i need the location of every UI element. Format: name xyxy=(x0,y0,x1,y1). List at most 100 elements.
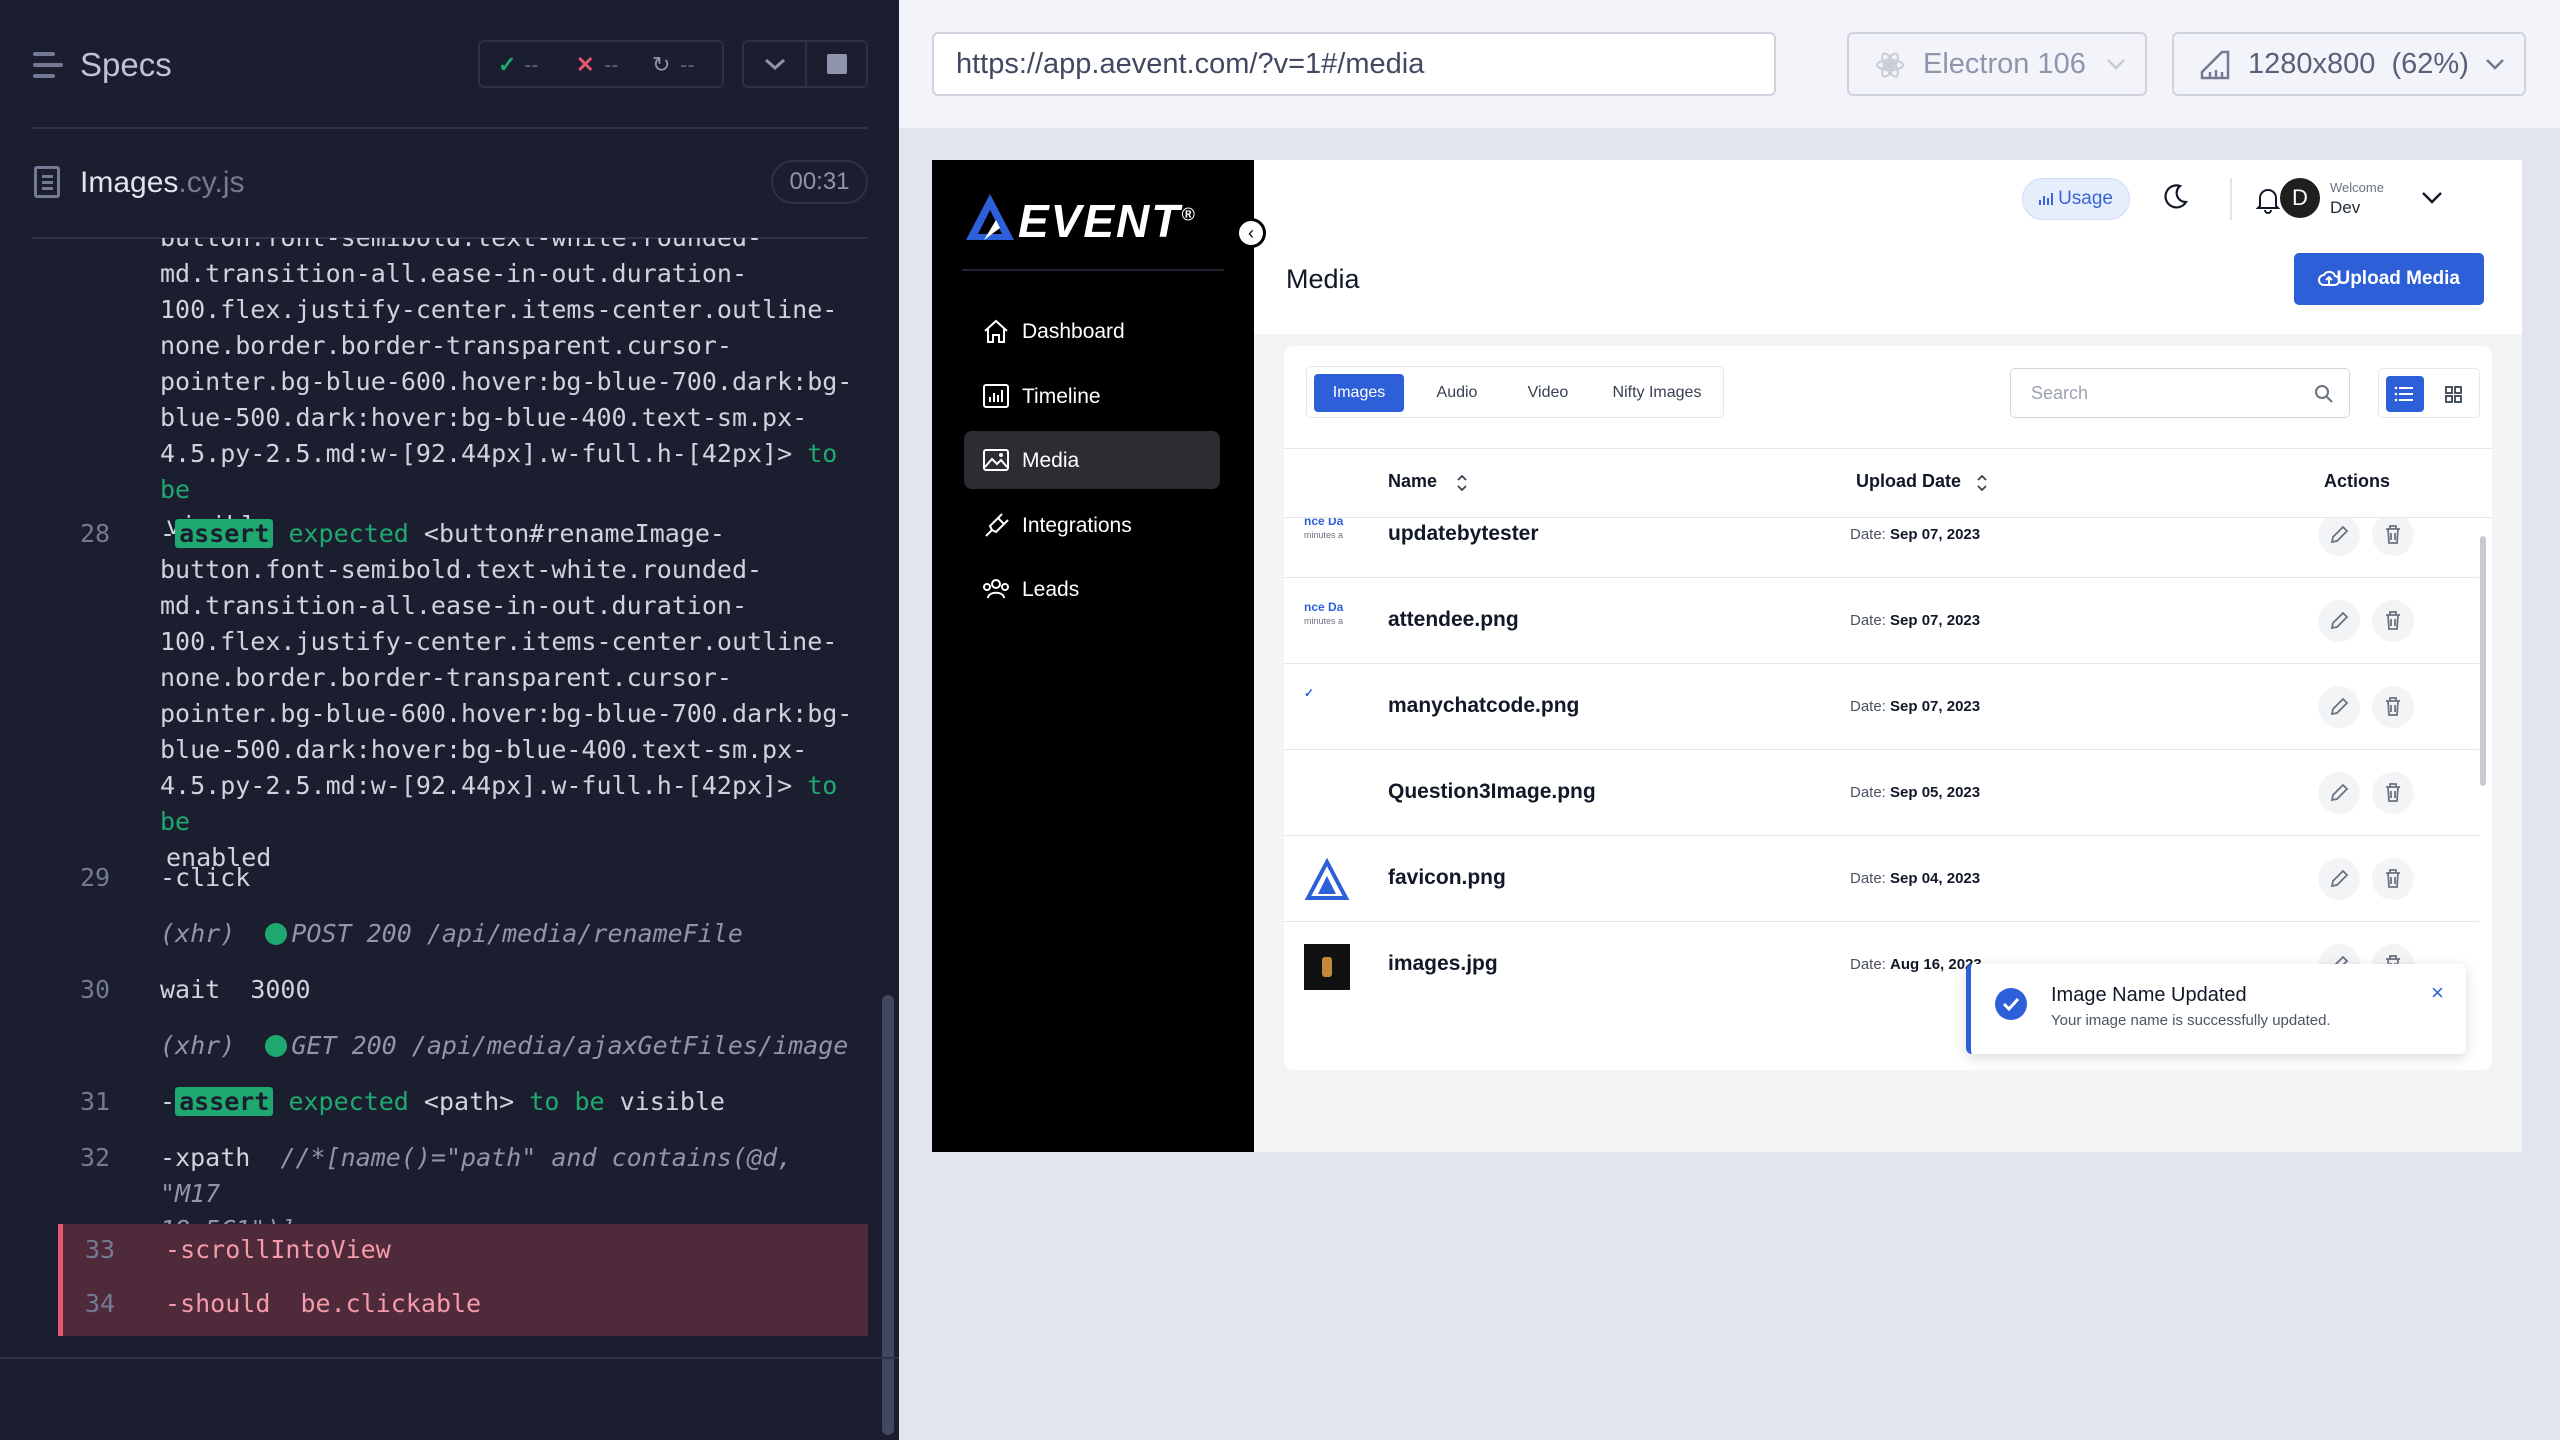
tab-video[interactable]: Video xyxy=(1505,374,1591,412)
user-name: Dev xyxy=(2330,198,2361,217)
bell-icon[interactable] xyxy=(2256,186,2280,214)
pending-icon: ↻ xyxy=(652,52,671,77)
tab-nifty-images[interactable]: Nifty Images xyxy=(1597,374,1717,412)
usage-button[interactable]: Usage xyxy=(2022,178,2130,220)
file-thumbnail: nce Da minutes a xyxy=(1304,600,1344,626)
upload-date: Date: Sep 07, 2023 xyxy=(1850,612,1981,629)
file-name: favicon.png xyxy=(1388,866,1506,889)
browser-select[interactable]: Electron 106 xyxy=(1847,32,2147,96)
specs-title[interactable]: Specs xyxy=(80,46,172,84)
search-input[interactable]: Search xyxy=(2010,368,2350,418)
tab-audio[interactable]: Audio xyxy=(1412,374,1502,412)
log-entry-33[interactable]: 33 -scrollIntoView xyxy=(58,1224,868,1278)
check-circle-icon xyxy=(1995,988,2027,1020)
success-dot-icon xyxy=(265,923,288,945)
app-viewport: EVENT® Dashboard Timeline Media Integrat… xyxy=(932,160,2522,1152)
tab-images[interactable]: Images xyxy=(1314,374,1404,412)
file-name: attendee.png xyxy=(1388,608,1519,631)
logo[interactable]: EVENT® xyxy=(1018,194,1197,248)
file-thumbnail: nce Da minutes a xyxy=(1304,518,1344,540)
nav-item-dashboard[interactable]: Dashboard xyxy=(964,302,1220,360)
trash-icon[interactable] xyxy=(2372,858,2414,900)
sort-icon[interactable] xyxy=(1976,473,1988,493)
pending-count: -- xyxy=(680,52,695,77)
edit-icon[interactable] xyxy=(2318,600,2360,642)
search-icon[interactable] xyxy=(2314,384,2334,404)
viewport-label: 1280x800 (62%) xyxy=(2248,48,2469,80)
test-stats: ✓ -- ✕ -- ↻ -- xyxy=(478,40,724,88)
table-row[interactable]: nce Da minutes a updatebytester Date: Sep 0… xyxy=(1284,518,2479,578)
media-table: nce Da minutes a updatebytester Date: Sep 0… xyxy=(1284,518,2492,993)
stop-icon[interactable] xyxy=(827,54,847,74)
table-row[interactable]: Question3Image.png Date: Sep 05, 2023 xyxy=(1284,750,2479,836)
upload-date: Date: Sep 07, 2023 xyxy=(1850,698,1981,715)
view-toggle xyxy=(2378,368,2480,418)
file-icon xyxy=(34,166,60,198)
viewport-select[interactable]: 1280x800 (62%) xyxy=(2172,32,2526,96)
url-bar[interactable]: https://app.aevent.com/?v=1#/media xyxy=(932,32,1776,96)
spec-file-name: Images.cy.js xyxy=(80,166,245,199)
command-log: button.font-semibold.text-white.rounded-… xyxy=(0,238,870,1338)
avatar[interactable]: D xyxy=(2280,178,2320,218)
file-name: updatebytester xyxy=(1388,522,1539,545)
plug-icon xyxy=(982,512,1010,538)
browser-label: Electron 106 xyxy=(1923,48,2086,80)
toast-notification: Image Name Updated Your image name is su… xyxy=(1966,964,2466,1054)
nav-item-integrations[interactable]: Integrations xyxy=(964,496,1220,554)
nav-item-leads[interactable]: Leads xyxy=(964,560,1220,618)
table-row[interactable]: favicon.png Date: Sep 04, 2023 xyxy=(1284,836,2479,922)
electron-icon xyxy=(1875,50,1905,80)
edit-icon[interactable] xyxy=(2318,772,2360,814)
table-scrollbar[interactable] xyxy=(2480,536,2486,786)
list-view-icon[interactable] xyxy=(2386,376,2424,412)
table-row[interactable]: ✓ manychatcode.png Date: Sep 07, 2023 xyxy=(1284,664,2479,750)
file-name: Question3Image.png xyxy=(1388,780,1596,803)
collapse-sidebar-button[interactable]: ‹ xyxy=(1236,218,1266,248)
trash-icon[interactable] xyxy=(2372,772,2414,814)
edit-icon[interactable] xyxy=(2318,686,2360,728)
dark-mode-icon[interactable] xyxy=(2160,182,2190,212)
sidebar: EVENT® Dashboard Timeline Media Integrat… xyxy=(932,160,1254,1152)
table-header: Name Upload Date Actions xyxy=(1284,448,2492,518)
file-thumbnail xyxy=(1304,772,1350,818)
sort-icon[interactable] xyxy=(1456,473,1468,493)
log-entry-34[interactable]: 34 -should be.clickable xyxy=(58,1278,868,1336)
chevron-down-icon xyxy=(2484,56,2506,72)
trash-icon[interactable] xyxy=(2372,600,2414,642)
upload-media-button[interactable]: Upload Media xyxy=(2294,253,2484,305)
bar-chart-icon xyxy=(982,383,1010,409)
chevron-down-icon[interactable] xyxy=(762,54,788,74)
image-icon xyxy=(982,447,1010,473)
specs-menu-icon[interactable] xyxy=(33,52,65,80)
cloud-upload-icon xyxy=(2318,269,2340,289)
command-log-panel: Specs ✓ -- ✕ -- ↻ -- Images.cy.js 00:31 … xyxy=(0,0,899,1440)
edit-icon[interactable] xyxy=(2318,518,2360,556)
ruler-icon xyxy=(2200,50,2232,80)
top-bar: Usage D Welcome Dev xyxy=(1254,160,2522,238)
logo-mark-icon xyxy=(962,190,1018,246)
grid-view-icon[interactable] xyxy=(2434,376,2472,412)
close-icon[interactable]: × xyxy=(2431,980,2444,1006)
trash-icon[interactable] xyxy=(2372,518,2414,556)
chevron-down-icon[interactable] xyxy=(2420,190,2444,206)
file-thumbnail xyxy=(1304,858,1350,904)
media-tabs: Images Audio Video Nifty Images xyxy=(1306,366,1724,418)
chevron-down-icon xyxy=(2105,56,2127,72)
toast-message: Your image name is successfully updated. xyxy=(2051,1012,2331,1029)
toast-title: Image Name Updated xyxy=(2051,984,2247,1006)
failed-count: -- xyxy=(604,52,619,77)
col-name[interactable]: Name xyxy=(1388,471,1437,492)
trash-icon[interactable] xyxy=(2372,686,2414,728)
main-content: Usage D Welcome Dev Media Upload Media I… xyxy=(1254,160,2522,1152)
table-row[interactable]: nce Da minutes a attendee.png Date: Sep 07,… xyxy=(1284,578,2479,664)
run-timer: 00:31 xyxy=(771,160,868,204)
page-title: Media xyxy=(1286,264,1360,294)
nav-item-media[interactable]: Media xyxy=(964,431,1220,489)
nav-item-timeline[interactable]: Timeline xyxy=(964,367,1220,425)
browser-toolbar: https://app.aevent.com/?v=1#/media Elect… xyxy=(899,0,2560,128)
edit-icon[interactable] xyxy=(2318,858,2360,900)
passed-icon: ✓ xyxy=(498,52,517,77)
command-log-scrollbar[interactable] xyxy=(882,995,894,1435)
col-upload-date[interactable]: Upload Date xyxy=(1856,471,1961,492)
passed-count: -- xyxy=(524,52,539,77)
